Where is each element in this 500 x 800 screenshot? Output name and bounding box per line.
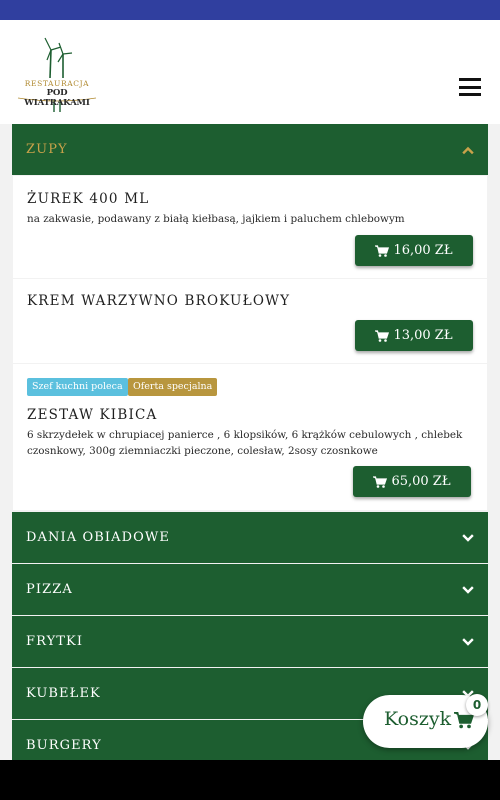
site-header: RESTAURACJA POD WIATRAKAMI bbox=[0, 20, 500, 124]
item-description-line2: czosnkowy, 300g ziemniaczki pieczone, co… bbox=[27, 445, 378, 457]
category-title: FRYTKI bbox=[26, 634, 84, 649]
item-title: KREM WARZYWNO BROKUŁOWY bbox=[27, 293, 291, 309]
chevron-down-icon bbox=[462, 533, 474, 542]
item-description-line1: 6 skrzydełek w chrupiacej panierce , 6 k… bbox=[27, 429, 463, 441]
price-label: 16,00 ZŁ bbox=[393, 243, 453, 258]
price-label: 13,00 ZŁ bbox=[393, 328, 453, 343]
item-description: na zakwasie, podawany z białą kiełbasą, … bbox=[27, 213, 405, 225]
menu-item: KREM WARZYWNO BROKUŁOWY 13,00 ZŁ bbox=[13, 279, 487, 363]
category-title: KUBEŁEK bbox=[26, 686, 101, 701]
cart-label: Koszyk bbox=[384, 708, 452, 730]
menu-content: ZUPY ŻUREK 400 ML na zakwasie, podawany … bbox=[0, 124, 500, 771]
chevron-down-icon bbox=[462, 637, 474, 646]
logo-text-name: POD WIATRAKAMI bbox=[24, 88, 90, 108]
category-header-frytki[interactable]: FRYTKI bbox=[12, 616, 488, 667]
item-title: ZESTAW KIBICA bbox=[27, 407, 158, 423]
badge-special-offer: Oferta specjalna bbox=[128, 378, 218, 396]
add-to-cart-button[interactable]: 65,00 ZŁ bbox=[353, 466, 471, 497]
status-bar bbox=[0, 0, 500, 20]
cart-icon bbox=[375, 329, 390, 342]
add-to-cart-button[interactable]: 13,00 ZŁ bbox=[355, 320, 473, 351]
category-header-pizza[interactable]: PIZZA bbox=[12, 564, 488, 615]
category-title: DANIA OBIADOWE bbox=[26, 530, 170, 545]
category-title: PIZZA bbox=[26, 582, 73, 597]
category-title: ZUPY bbox=[26, 142, 68, 157]
chevron-down-icon bbox=[462, 585, 474, 594]
cart-icon bbox=[373, 475, 388, 488]
add-to-cart-button[interactable]: 16,00 ZŁ bbox=[355, 235, 473, 266]
cart-count-badge: 0 bbox=[466, 694, 488, 716]
cart-icon bbox=[375, 244, 390, 257]
hamburger-icon[interactable] bbox=[459, 78, 481, 96]
restaurant-logo[interactable]: RESTAURACJA POD WIATRAKAMI bbox=[14, 34, 100, 114]
category-header-dania-obiadowe[interactable]: DANIA OBIADOWE bbox=[12, 512, 488, 563]
logo-text-restauracja: RESTAURACJA bbox=[24, 79, 90, 88]
menu-item: Szef kuchni poleca Oferta specjalna ZEST… bbox=[13, 364, 487, 510]
badge-chef-recommends: Szef kuchni poleca bbox=[27, 378, 128, 396]
system-navigation-bar bbox=[0, 760, 500, 800]
item-title: ŻUREK 400 ML bbox=[27, 191, 150, 207]
category-header-zupy[interactable]: ZUPY bbox=[12, 124, 488, 175]
chevron-up-icon bbox=[462, 146, 474, 154]
menu-item: ŻUREK 400 ML na zakwasie, podawany z bia… bbox=[13, 176, 487, 278]
price-label: 65,00 ZŁ bbox=[391, 474, 451, 489]
